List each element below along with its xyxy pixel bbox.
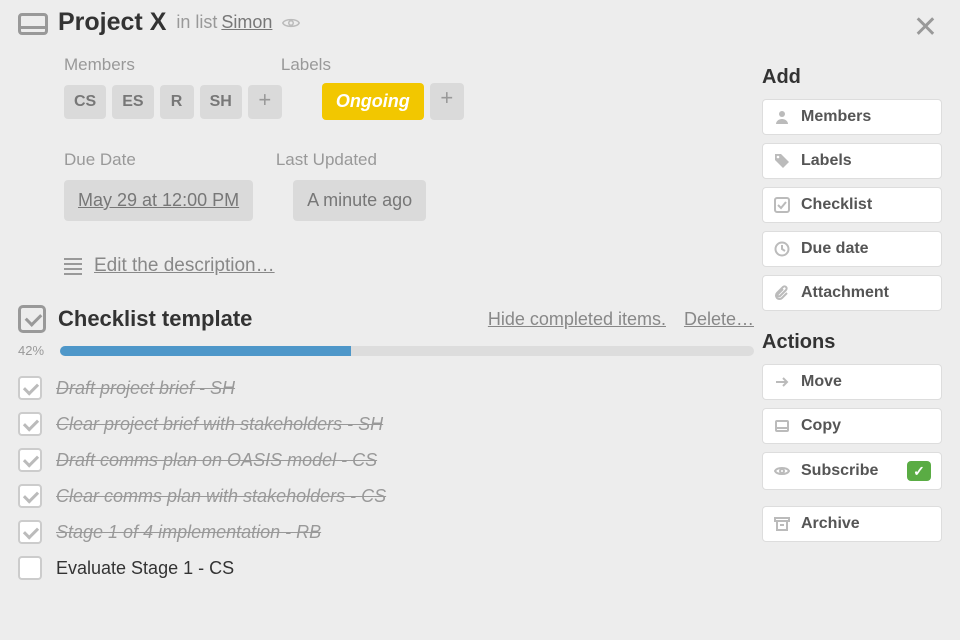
last-updated-heading: Last Updated: [276, 150, 377, 170]
member-chip[interactable]: R: [160, 85, 194, 119]
checklist-checkbox[interactable]: [18, 484, 42, 508]
add-due-date-button[interactable]: Due date: [762, 231, 942, 267]
checklist-item[interactable]: Clear comms plan with stakeholders - CS: [18, 478, 754, 514]
checklist-checkbox[interactable]: [18, 556, 42, 580]
add-member-button[interactable]: +: [248, 85, 282, 119]
card-icon: [18, 13, 48, 35]
close-icon[interactable]: ✕: [913, 10, 938, 45]
archive-icon: [773, 516, 791, 532]
in-list-prefix: in list: [176, 12, 217, 33]
paperclip-icon: [773, 285, 791, 301]
checklist-item[interactable]: Clear project brief with stakeholders - …: [18, 406, 754, 442]
checkbox-icon: [773, 197, 791, 213]
move-button[interactable]: Move: [762, 364, 942, 400]
checklist-items: Draft project brief - SH Clear project br…: [18, 370, 754, 586]
label-ongoing[interactable]: Ongoing: [322, 83, 424, 120]
checklist-item-text[interactable]: Draft project brief - SH: [56, 378, 235, 399]
add-labels-label: Labels: [801, 152, 852, 170]
due-date-button[interactable]: May 29 at 12:00 PM: [64, 180, 253, 221]
checklist-checkbox[interactable]: [18, 412, 42, 436]
subscribed-check-icon: ✓: [907, 461, 931, 481]
add-attachment-button[interactable]: Attachment: [762, 275, 942, 311]
subscribe-label: Subscribe: [801, 462, 878, 480]
clock-icon: [773, 241, 791, 257]
last-updated-value: A minute ago: [293, 180, 426, 221]
checklist-item[interactable]: Stage 1 of 4 implementation - RB: [18, 514, 754, 550]
add-checklist-button[interactable]: Checklist: [762, 187, 942, 223]
checklist-item[interactable]: Evaluate Stage 1 - CS: [18, 550, 754, 586]
labels-group: Ongoing +: [322, 83, 464, 120]
tag-icon: [773, 153, 791, 169]
checklist-checkbox[interactable]: [18, 520, 42, 544]
hide-completed-link[interactable]: Hide completed items.: [488, 309, 666, 330]
checklist-checkbox[interactable]: [18, 376, 42, 400]
add-members-button[interactable]: Members: [762, 99, 942, 135]
add-checklist-label: Checklist: [801, 196, 872, 214]
member-chip[interactable]: SH: [200, 85, 242, 119]
edit-description-link[interactable]: Edit the description…: [94, 255, 275, 277]
copy-button[interactable]: Copy: [762, 408, 942, 444]
checklist-item-text[interactable]: Draft comms plan on OASIS model - CS: [56, 450, 377, 471]
progress-bar-fill: [60, 346, 351, 356]
labels-heading: Labels: [281, 55, 331, 75]
checklist-checkbox[interactable]: [18, 448, 42, 472]
add-due-date-label: Due date: [801, 240, 869, 258]
checklist-item-text[interactable]: Evaluate Stage 1 - CS: [56, 558, 234, 579]
members-heading: Members: [64, 55, 135, 75]
eye-icon: [773, 463, 791, 479]
checklist-icon: [18, 305, 46, 333]
person-icon: [773, 109, 791, 125]
add-attachment-label: Attachment: [801, 284, 889, 302]
copy-label: Copy: [801, 417, 841, 435]
list-link[interactable]: Simon: [221, 12, 272, 33]
checklist-item-text[interactable]: Clear project brief with stakeholders - …: [56, 414, 383, 435]
member-chip[interactable]: ES: [112, 85, 153, 119]
checklist-title[interactable]: Checklist template: [58, 306, 488, 332]
progress-percent: 42%: [18, 343, 52, 358]
arrow-right-icon: [773, 374, 791, 390]
add-label-button[interactable]: +: [430, 83, 464, 120]
checklist-item[interactable]: Draft comms plan on OASIS model - CS: [18, 442, 754, 478]
add-members-label: Members: [801, 108, 871, 126]
checklist-item[interactable]: Draft project brief - SH: [18, 370, 754, 406]
actions-heading: Actions: [762, 331, 942, 354]
add-heading: Add: [762, 66, 942, 89]
due-date-heading: Due Date: [64, 150, 136, 170]
watch-eye-icon: [282, 16, 300, 30]
card-small-icon: [773, 418, 791, 434]
description-icon: [64, 258, 82, 275]
subscribe-button[interactable]: Subscribe ✓: [762, 452, 942, 490]
members-group: CS ES R SH +: [64, 85, 282, 119]
card-title[interactable]: Project X: [58, 8, 166, 37]
archive-label: Archive: [801, 515, 860, 533]
add-labels-button[interactable]: Labels: [762, 143, 942, 179]
archive-button[interactable]: Archive: [762, 506, 942, 542]
move-label: Move: [801, 373, 842, 391]
checklist-item-text[interactable]: Stage 1 of 4 implementation - RB: [56, 522, 321, 543]
checklist-item-text[interactable]: Clear comms plan with stakeholders - CS: [56, 486, 386, 507]
member-chip[interactable]: CS: [64, 85, 106, 119]
delete-checklist-link[interactable]: Delete…: [684, 309, 754, 330]
progress-bar: [60, 346, 754, 356]
